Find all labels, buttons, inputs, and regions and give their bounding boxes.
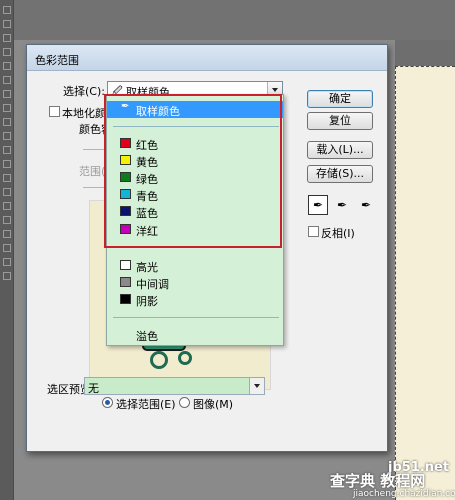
- tool-icon[interactable]: [3, 48, 11, 56]
- tool-icon[interactable]: [3, 90, 11, 98]
- tool-icon[interactable]: [3, 132, 11, 140]
- eyedropper-icon[interactable]: ✒: [308, 195, 328, 215]
- tool-icon[interactable]: [3, 272, 11, 280]
- menu-item-out-of-gamut[interactable]: 溢色: [107, 326, 283, 343]
- tool-icon[interactable]: [3, 244, 11, 252]
- image-radio-label: 图像(M): [193, 398, 234, 411]
- invert-checkbox[interactable]: [308, 226, 319, 237]
- dialog-titlebar[interactable]: 色彩范围: [27, 45, 387, 71]
- menu-item-label: 溢色: [136, 330, 158, 343]
- color-swatch: [120, 294, 131, 304]
- preview-value: 无: [88, 382, 99, 395]
- ps-toolbox: [0, 0, 14, 500]
- menu-item-label: 阴影: [136, 295, 158, 308]
- chevron-down-icon[interactable]: [249, 378, 264, 394]
- tool-icon[interactable]: [3, 20, 11, 28]
- menu-item-midtones[interactable]: 中间调: [107, 274, 283, 291]
- tool-icon[interactable]: [3, 104, 11, 112]
- tool-icon[interactable]: [3, 160, 11, 168]
- tool-icon[interactable]: [3, 34, 11, 42]
- color-swatch: [120, 260, 131, 270]
- ps-options-bar: [14, 0, 455, 40]
- menu-separator: [113, 317, 279, 318]
- tool-icon[interactable]: [3, 118, 11, 126]
- save-button[interactable]: 存储(S)...: [307, 165, 373, 183]
- selection-radio-label: 选择范围(E): [116, 398, 176, 411]
- tool-icon[interactable]: [3, 174, 11, 182]
- scooter-wheel: [150, 351, 168, 369]
- invert-label: 反相(I): [321, 227, 355, 240]
- reset-button[interactable]: 复位: [307, 112, 373, 130]
- ok-button[interactable]: 确定: [307, 90, 373, 108]
- tool-icon[interactable]: [3, 6, 11, 14]
- localized-clusters-checkbox[interactable]: [49, 106, 60, 117]
- select-label: 选择(C):: [63, 85, 105, 98]
- menu-item-label: 高光: [136, 261, 158, 274]
- scooter-wheel: [178, 351, 192, 365]
- selection-preview-dropdown[interactable]: 无: [84, 377, 265, 395]
- eyedropper-plus-icon[interactable]: ✒: [332, 195, 352, 215]
- watermark-url: jiaocheng.chazidian.com: [353, 489, 455, 499]
- eyedropper-minus-icon[interactable]: ✒: [356, 195, 376, 215]
- localized-label: 本地化颜: [62, 107, 106, 120]
- document-canvas[interactable]: [395, 66, 455, 500]
- tool-icon[interactable]: [3, 202, 11, 210]
- menu-item-label: 中间调: [136, 278, 169, 291]
- dialog-title: 色彩范围: [35, 54, 79, 67]
- selection-radio[interactable]: [102, 397, 113, 408]
- range-label: 范围(: [79, 165, 106, 178]
- tool-icon[interactable]: [3, 76, 11, 84]
- image-radio[interactable]: [179, 397, 190, 408]
- annotation-highlight-box: [104, 94, 282, 248]
- tool-icon[interactable]: [3, 230, 11, 238]
- tool-icon[interactable]: [3, 62, 11, 70]
- load-button[interactable]: 载入(L)...: [307, 141, 373, 159]
- color-swatch: [120, 277, 131, 287]
- tool-icon[interactable]: [3, 146, 11, 154]
- tool-icon[interactable]: [3, 188, 11, 196]
- eyedropper-icon: ✒: [121, 101, 130, 112]
- tool-icon[interactable]: [3, 216, 11, 224]
- menu-item-shadows[interactable]: 阴影: [107, 291, 283, 308]
- menu-item-highlights[interactable]: 高光: [107, 257, 283, 274]
- tool-icon[interactable]: [3, 258, 11, 266]
